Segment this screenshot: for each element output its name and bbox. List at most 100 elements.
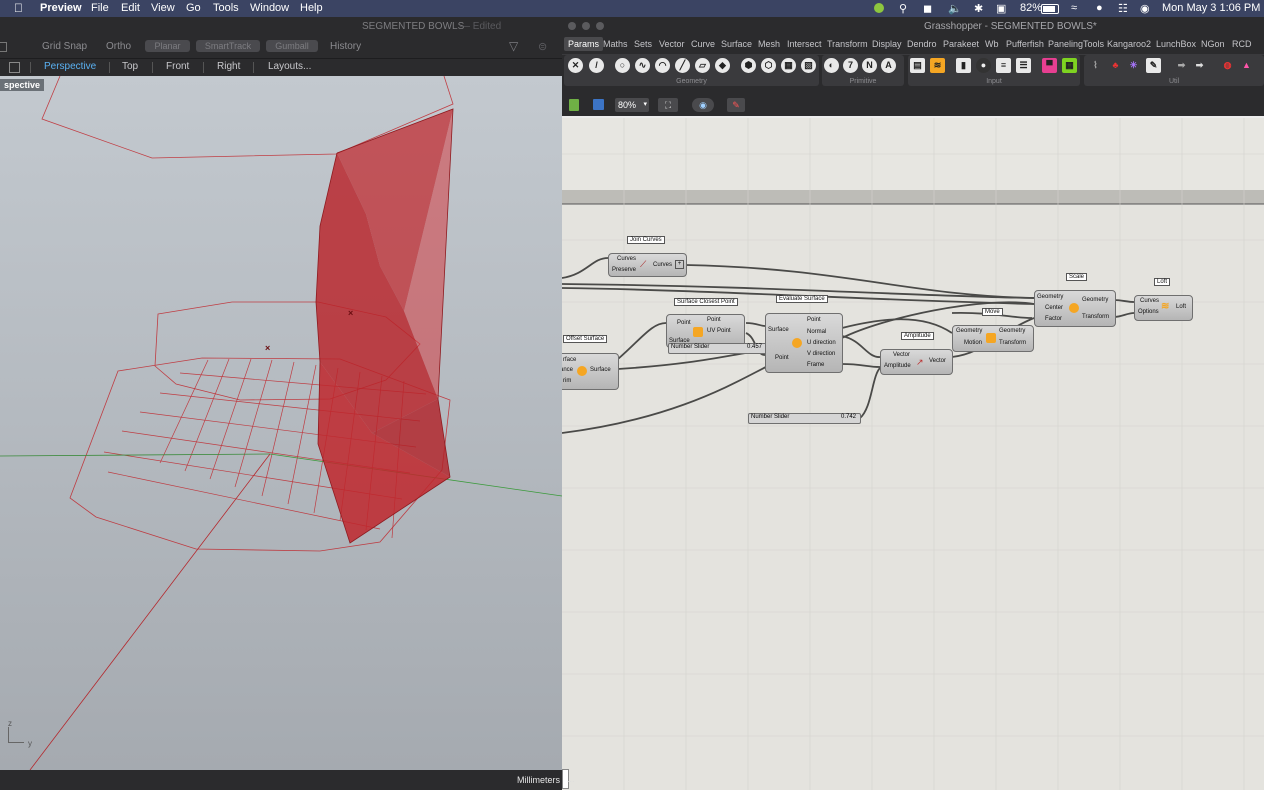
param-text-icon[interactable]: A [881, 58, 896, 73]
planar-toggle[interactable]: Planar [145, 40, 190, 52]
siri-icon[interactable]: ◉ [1140, 2, 1150, 15]
param-group-icon[interactable]: ▧ [801, 58, 816, 73]
eval-input-surface[interactable]: Surface [768, 327, 789, 333]
join-curves-output-curves[interactable]: Curves [653, 262, 672, 268]
bluetooth-icon[interactable]: ✱ [974, 2, 983, 15]
volume-icon[interactable]: 🔈 [948, 2, 962, 15]
slider-2-value[interactable]: 0.742 [841, 414, 856, 420]
grid-snap-toggle[interactable]: Grid Snap [42, 41, 87, 52]
tab-right[interactable]: Right [217, 61, 240, 72]
scale-component[interactable]: Geometry Center Factor Geometry Transfor… [1034, 290, 1116, 327]
loft-output-loft[interactable]: Loft [1176, 304, 1186, 310]
join-curves-component[interactable]: Curves Preserve ⟋ Curves + [608, 253, 687, 277]
tab-parakeet[interactable]: Parakeet [943, 39, 979, 49]
battery-icon[interactable] [1041, 4, 1059, 14]
number-slider-2[interactable]: Number Slider 0.742 [748, 413, 861, 424]
input-button-icon[interactable]: ● [976, 58, 991, 73]
tab-pufferfish[interactable]: Pufferfish [1006, 39, 1044, 49]
input-matrix-icon[interactable]: ▦ [1062, 58, 1077, 73]
tab-maths[interactable]: Maths [603, 39, 628, 49]
tab-wb[interactable]: Wb [985, 39, 999, 49]
param-circle-icon[interactable]: ○ [615, 58, 630, 73]
tab-params[interactable]: Params [564, 37, 604, 51]
param-arc-icon[interactable]: ◠ [655, 58, 670, 73]
control-center-icon[interactable]: ☷ [1118, 2, 1128, 15]
eval-output-normal[interactable]: Normal [807, 329, 826, 335]
smarttrack-toggle[interactable]: SmartTrack [196, 40, 260, 52]
eval-output-point[interactable]: Point [807, 317, 821, 323]
input-toggle-icon[interactable]: ▮ [956, 58, 971, 73]
menu-go[interactable]: Go [186, 2, 201, 14]
tab-curve[interactable]: Curve [691, 39, 715, 49]
offset-input-trim[interactable]: rim [563, 378, 571, 384]
scale-output-transform[interactable]: Transform [1082, 314, 1109, 320]
join-curves-input-preserve[interactable]: Preserve [612, 267, 636, 273]
offset-output-surface[interactable]: Surface [590, 367, 611, 373]
util-scribble-icon[interactable]: ✎ [1146, 58, 1161, 73]
tab-front[interactable]: Front [166, 61, 189, 72]
status-dot-icon[interactable] [874, 3, 884, 13]
join-curves-input-curves[interactable]: Curves [617, 256, 636, 262]
scale-input-factor[interactable]: Factor [1045, 316, 1062, 322]
tab-panelingtools[interactable]: PanelingTools [1048, 39, 1104, 49]
filter-icon[interactable]: ▽ [509, 39, 518, 53]
viewport-layout-icon[interactable] [9, 62, 20, 73]
param-number-icon[interactable]: N [862, 58, 877, 73]
eval-output-u-direction[interactable]: U direction [807, 340, 836, 346]
param-line-icon[interactable]: ╱ [675, 58, 690, 73]
param-surface-icon[interactable]: ▱ [695, 58, 710, 73]
util-cluster-icon[interactable]: ◍ [1220, 58, 1235, 73]
scale-input-geometry[interactable]: Geometry [1037, 294, 1063, 300]
tab-top[interactable]: Top [122, 61, 138, 72]
menu-tools[interactable]: Tools [213, 2, 239, 14]
scp-output-uv-point[interactable]: UV Point [707, 328, 731, 334]
tab-surface[interactable]: Surface [721, 39, 752, 49]
param-field-icon[interactable]: ⬡ [761, 58, 776, 73]
loft-input-options[interactable]: Options [1138, 309, 1159, 315]
menu-window[interactable]: Window [250, 2, 289, 14]
close-window-icon[interactable] [568, 22, 576, 30]
param-integer-icon[interactable]: 7 [843, 58, 858, 73]
wifi-icon[interactable]: ≈ [1071, 2, 1077, 14]
sidebar-toggle-icon[interactable] [0, 42, 7, 52]
zoom-extents-icon[interactable]: ⛶ [658, 98, 678, 112]
util-spark-icon[interactable]: ✳ [1126, 58, 1141, 73]
zoom-select[interactable]: 80% ▾ [615, 98, 649, 112]
menubar-clock[interactable]: Mon May 3 1:06 PM [1162, 2, 1260, 14]
tab-rcd[interactable]: RCD [1232, 39, 1252, 49]
tab-transform[interactable]: Transform [827, 39, 868, 49]
offset-input-surface[interactable]: rface [563, 357, 576, 363]
perspective-viewport[interactable]: × × spective z y [0, 76, 562, 770]
display-icon[interactable]: ◼ [923, 2, 932, 15]
tab-kangaroo2[interactable]: Kangaroo2 [1107, 39, 1151, 49]
param-pencil-icon[interactable]: / [589, 58, 604, 73]
eval-output-frame[interactable]: Frame [807, 362, 824, 368]
util-wire-icon[interactable]: ⌇ [1088, 58, 1103, 73]
tab-display[interactable]: Display [872, 39, 902, 49]
scale-input-center[interactable]: Center [1045, 305, 1063, 311]
param-curve-icon[interactable]: ∿ [635, 58, 650, 73]
menu-view[interactable]: View [151, 2, 175, 14]
evaluate-surface-component[interactable]: Surface Point Point Normal U direction V… [765, 313, 843, 373]
tab-ngon[interactable]: NGon [1201, 39, 1225, 49]
grasshopper-canvas[interactable]: Join Curves Curves Preserve ⟋ Curves + S… [562, 118, 1264, 790]
move-input-geometry[interactable]: Geometry [956, 328, 982, 334]
viewport-label[interactable]: spective [0, 79, 45, 91]
eval-output-v-direction[interactable]: V direction [807, 351, 835, 357]
loft-component[interactable]: Curves Options ≋ Loft [1134, 295, 1193, 321]
scale-output-geometry[interactable]: Geometry [1082, 297, 1108, 303]
input-gradient-icon[interactable]: ≋ [930, 58, 945, 73]
calendar-icon[interactable]: ▣ [996, 2, 1006, 15]
tab-perspective[interactable]: Perspective [44, 61, 96, 72]
offset-input-distance[interactable]: ance [562, 367, 573, 373]
loft-input-curves[interactable]: Curves [1140, 298, 1159, 304]
search-icon[interactable]: ⚲ [899, 2, 907, 15]
tab-sets[interactable]: Sets [634, 39, 652, 49]
amplitude-input-amplitude[interactable]: Amplitude [884, 363, 911, 369]
param-brep-icon[interactable]: ◆ [715, 58, 730, 73]
amplitude-output-vector[interactable]: Vector [929, 358, 946, 364]
osnap-icon[interactable]: ⊜ [538, 40, 547, 53]
tab-mesh[interactable]: Mesh [758, 39, 780, 49]
amplitude-component[interactable]: Vector Amplitude ↗ Vector [880, 349, 953, 375]
zoom-window-icon[interactable] [596, 22, 604, 30]
